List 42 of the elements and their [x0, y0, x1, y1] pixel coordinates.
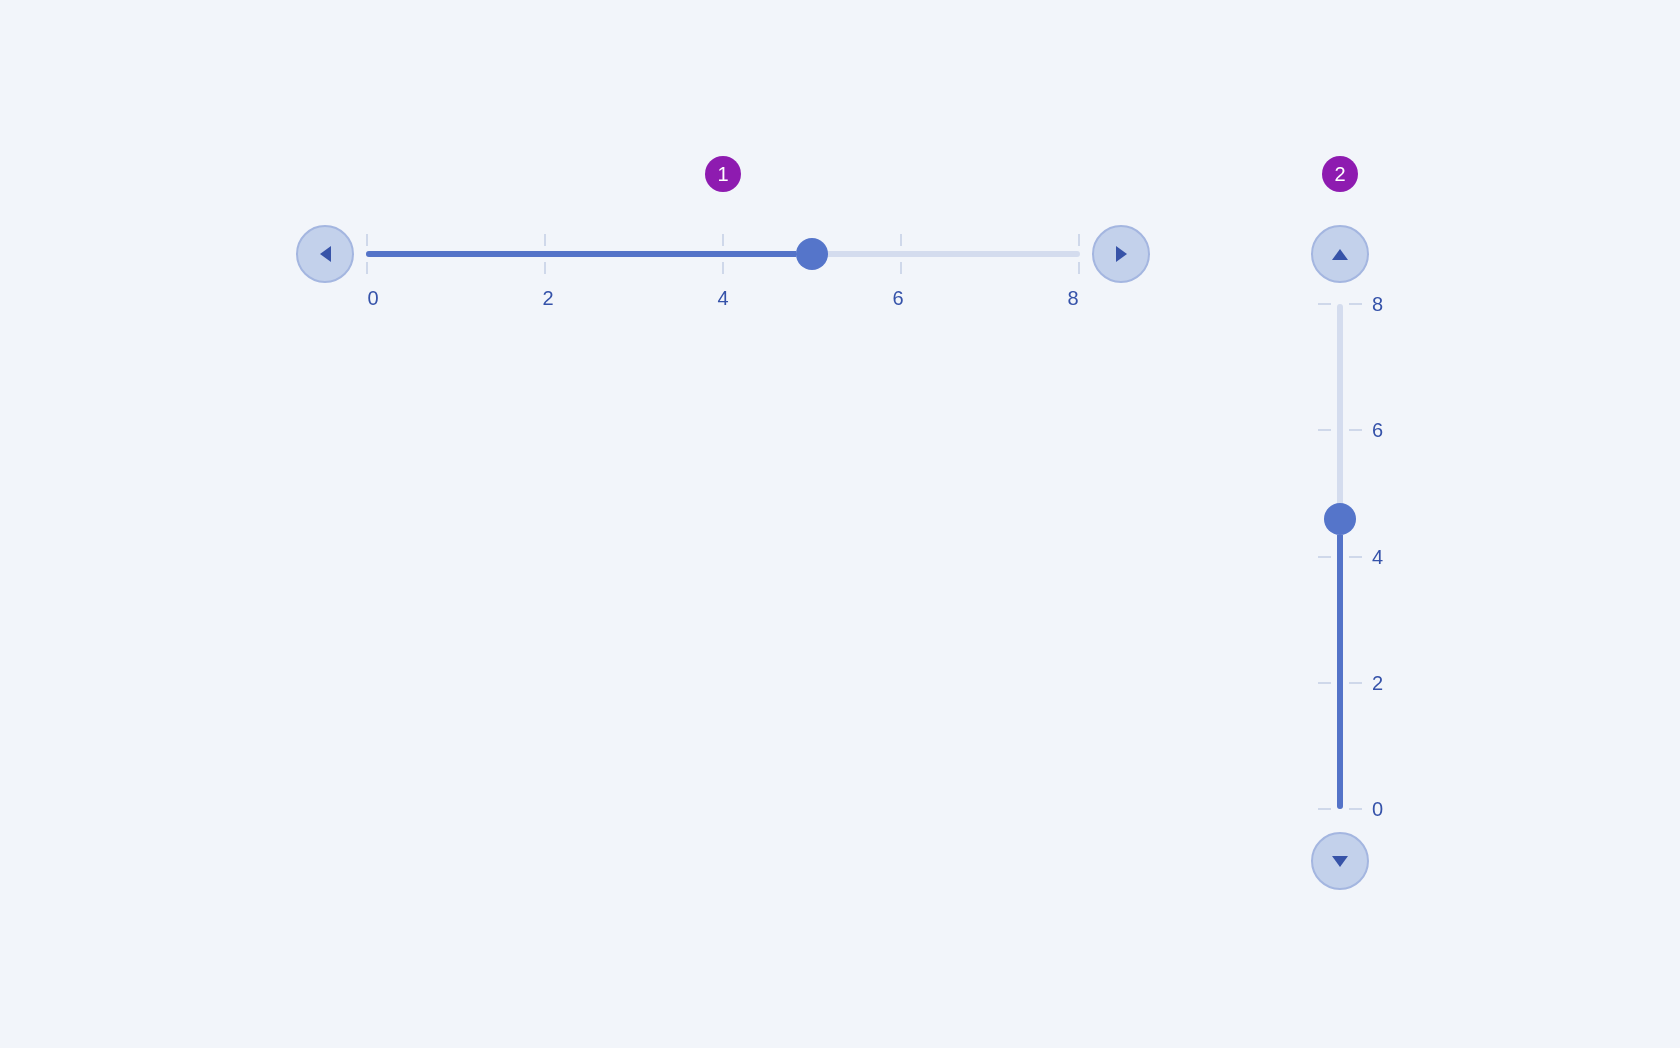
triangle-left-icon — [319, 246, 331, 262]
scale-label: 2 — [1372, 670, 1384, 695]
scale-label: 4 — [1372, 544, 1384, 569]
scale-label: 4 — [716, 286, 730, 310]
scale-label: 2 — [541, 286, 555, 310]
tick-mark — [1078, 262, 1080, 274]
tick-mark — [900, 262, 902, 274]
triangle-up-icon — [1332, 248, 1348, 260]
tick-mark — [1349, 429, 1362, 432]
tick-mark — [1078, 234, 1080, 246]
step-up-button[interactable] — [1311, 225, 1369, 283]
triangle-down-icon — [1332, 855, 1348, 867]
tick-mark — [722, 234, 724, 246]
tick-mark — [544, 262, 546, 274]
triangle-right-icon — [1115, 246, 1127, 262]
tick-mark — [1318, 808, 1331, 810]
tick-mark — [722, 262, 724, 274]
step-right-button[interactable] — [1092, 225, 1150, 283]
tick-mark — [1318, 555, 1331, 558]
slider-thumb[interactable] — [1324, 502, 1356, 535]
tick-mark — [1318, 681, 1331, 684]
step-down-button[interactable] — [1311, 832, 1369, 890]
scale-label: 8 — [1372, 292, 1384, 316]
scale-label: 6 — [891, 286, 905, 310]
tick-mark — [1349, 681, 1362, 684]
scale-label: 0 — [366, 286, 380, 310]
tick-mark — [366, 234, 368, 246]
tick-mark — [1349, 808, 1362, 810]
scale-label: 6 — [1372, 418, 1384, 443]
slider-thumb[interactable] — [796, 238, 829, 270]
callout-number: 1 — [705, 156, 741, 192]
tick-mark — [900, 234, 902, 246]
callout-number: 2 — [1322, 156, 1358, 192]
scale-label: 0 — [1372, 797, 1384, 821]
tick-mark — [1318, 429, 1331, 432]
tick-mark — [366, 262, 368, 274]
tick-mark — [544, 234, 546, 246]
tick-mark — [1349, 555, 1362, 558]
step-left-button[interactable] — [296, 225, 354, 283]
scale-label: 8 — [1066, 286, 1080, 310]
tick-mark — [1349, 303, 1362, 305]
tick-mark — [1318, 303, 1331, 305]
